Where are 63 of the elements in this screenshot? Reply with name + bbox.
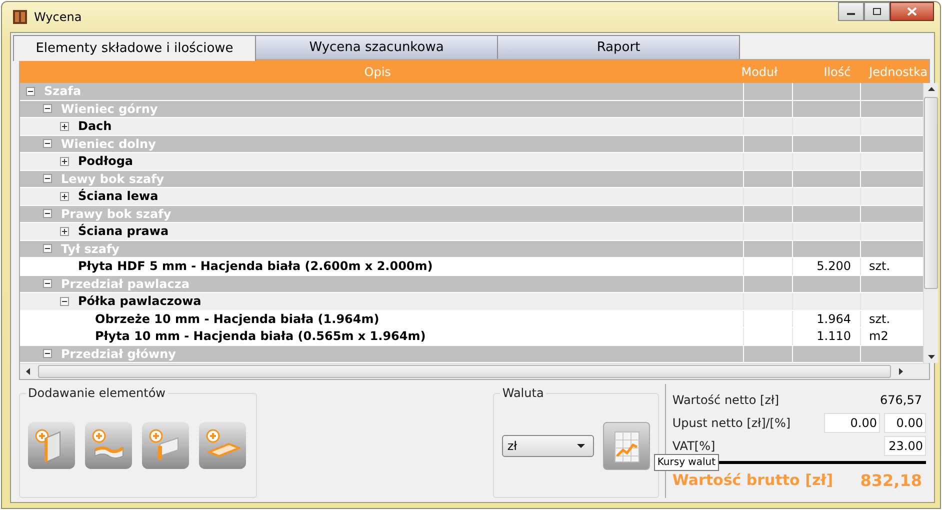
expand-icon[interactable] xyxy=(60,192,69,201)
tree-item-label[interactable]: Obrzeże 10 mm - Hacjenda biała (1.964m) xyxy=(95,312,380,326)
tab[interactable]: Elementy składowe i ilościowe xyxy=(13,35,256,61)
minimize-button[interactable] xyxy=(838,2,864,21)
unit-cell: m2 xyxy=(869,329,888,344)
discount-label: Upust netto [zł]/[%] xyxy=(672,416,792,430)
expand-icon[interactable] xyxy=(60,226,69,236)
close-icon xyxy=(907,7,917,16)
maximize-icon xyxy=(872,7,882,16)
unit-cell: szt. xyxy=(869,259,890,274)
quantity-cell: 5.200 xyxy=(816,259,851,274)
scroll-down-icon[interactable] xyxy=(928,355,934,359)
quantity-cell: 1.110 xyxy=(816,329,851,344)
expand-icon[interactable] xyxy=(60,122,69,131)
vertical-scrollbar[interactable] xyxy=(923,83,938,363)
tree-item-label[interactable]: Płyta HDF 5 mm - Hacjenda biała (2.600m x 2.000m) xyxy=(78,259,433,274)
net-value-label: Wartość netto [zł] xyxy=(672,393,780,407)
scroll-right-icon[interactable] xyxy=(899,368,903,375)
gross-value: 832,18 xyxy=(860,470,923,490)
net-value: 676,57 xyxy=(880,393,923,407)
gross-value-label: Wartość brutto [zł] xyxy=(672,471,834,489)
scrollbar-thumb[interactable] xyxy=(38,365,891,378)
group-title: Dodawanie elementów xyxy=(26,386,168,400)
collapse-icon[interactable] xyxy=(60,296,69,306)
scroll-left-icon[interactable] xyxy=(26,368,30,375)
horizontal-scrollbar[interactable] xyxy=(20,363,929,379)
add-panel-button[interactable] xyxy=(28,422,75,469)
add-shelf-button[interactable] xyxy=(85,422,132,469)
vat-label: VAT[%] xyxy=(672,439,716,453)
currency-dropdown[interactable]: zł xyxy=(502,435,594,457)
tree-item-label[interactable]: Podłoga xyxy=(78,154,134,168)
tree-item-label[interactable]: Ściana lewa xyxy=(78,189,158,204)
window-title: Wycena xyxy=(34,10,82,24)
add-frame-button[interactable] xyxy=(199,422,246,469)
collapse-icon[interactable] xyxy=(26,86,35,96)
close-button[interactable] xyxy=(890,2,934,21)
tree-item-label[interactable]: Płyta 10 mm - Hacjenda biała (0.565m x 1.964m) xyxy=(95,329,426,344)
quantity-cell: 1.964 xyxy=(816,312,851,326)
tab[interactable]: Raport xyxy=(497,35,740,59)
app-icon xyxy=(12,9,28,25)
discount-amount-field[interactable]: 0.00 xyxy=(824,413,880,433)
maximize-button[interactable] xyxy=(864,2,890,21)
collapse-icon[interactable] xyxy=(43,174,52,184)
unit-cell: szt. xyxy=(869,312,890,326)
collapse-icon[interactable] xyxy=(43,209,52,218)
group-title: Waluta xyxy=(500,386,546,400)
tree-item-label[interactable]: Ściana prawa xyxy=(78,224,169,238)
scrollbar-thumb[interactable] xyxy=(924,97,938,289)
expand-icon[interactable] xyxy=(60,156,69,166)
collapse-icon[interactable] xyxy=(43,349,52,358)
scroll-up-icon[interactable] xyxy=(928,87,934,91)
caret-icon xyxy=(576,444,585,448)
collapse-icon[interactable] xyxy=(43,279,52,288)
add-edge-button[interactable] xyxy=(142,422,189,469)
collapse-icon[interactable] xyxy=(43,244,52,254)
tree-item-label[interactable]: Półka pawlaczowa xyxy=(78,294,202,308)
tree-item-label[interactable]: Dach xyxy=(78,119,112,134)
collapse-icon[interactable] xyxy=(43,104,52,114)
vat-field[interactable]: 23.00 xyxy=(884,436,926,456)
tab[interactable]: Wycena szacunkowa xyxy=(255,35,498,59)
tooltip: Kursy walut xyxy=(654,454,719,471)
discount-percent-field[interactable]: 0.00 xyxy=(884,413,926,433)
collapse-icon[interactable] xyxy=(43,139,52,148)
